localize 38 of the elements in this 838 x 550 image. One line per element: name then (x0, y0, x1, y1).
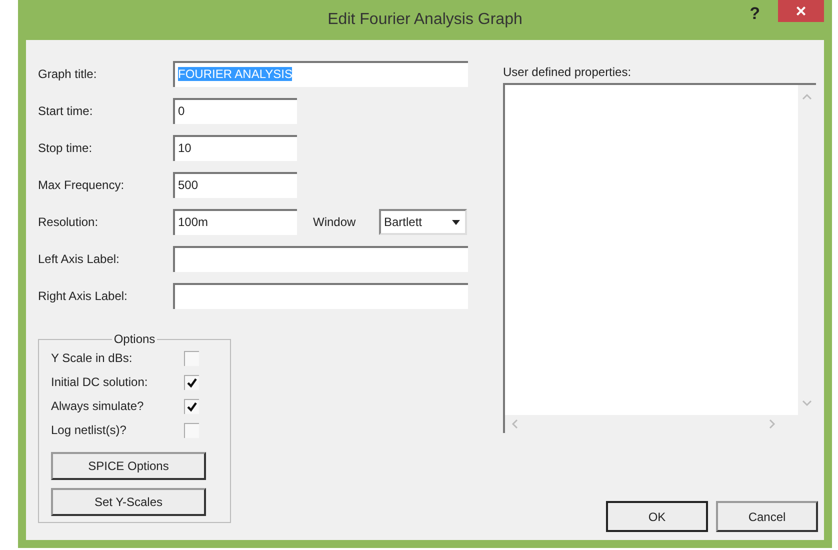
dialog-button[interactable]: OK (606, 501, 708, 532)
scroll-right-icon[interactable] (768, 418, 776, 430)
field-label: Max Frequency: (38, 178, 126, 192)
properties-label: User defined properties: (503, 65, 632, 79)
checkbox-label: Y Scale in dBs: (51, 351, 134, 365)
window-title: Edit Fourier Analysis Graph (328, 11, 522, 29)
window-dropdown[interactable]: Bartlett (379, 209, 467, 235)
field-label: Start time: (38, 104, 94, 118)
check-icon (186, 400, 198, 412)
group-title: Options (112, 332, 158, 346)
check-icon (186, 376, 198, 388)
text-field[interactable] (173, 246, 468, 272)
text-field[interactable] (173, 283, 468, 309)
text-field[interactable]: 500 (173, 172, 297, 198)
field-label: Stop time: (38, 141, 94, 155)
checkbox[interactable] (184, 374, 199, 390)
checkbox[interactable] (184, 350, 199, 366)
text-field[interactable]: 100m (173, 209, 297, 235)
checkbox-label: Initial DC solution: (51, 375, 149, 389)
field-label: Left Axis Label: (38, 252, 120, 266)
scroll-up-icon[interactable] (801, 93, 813, 101)
field-label: Right Axis Label: (38, 289, 128, 303)
option-button[interactable]: Set Y-Scales (51, 488, 206, 516)
checkbox-label: Log netlist(s)? (51, 423, 128, 437)
close-button[interactable]: × (778, 0, 824, 22)
checkbox[interactable] (184, 398, 199, 414)
dialog-button[interactable]: Cancel (716, 501, 818, 532)
checkbox[interactable] (184, 422, 199, 438)
field-label: Graph title: (38, 67, 98, 81)
scroll-down-icon[interactable] (801, 399, 813, 407)
help-button[interactable]: ? (750, 4, 760, 24)
field-label: Window (313, 215, 357, 229)
checkbox-label: Always simulate? (51, 399, 145, 413)
field-label: Resolution: (38, 215, 100, 229)
scroll-left-icon[interactable] (511, 418, 519, 430)
text-field[interactable]: 10 (173, 135, 297, 161)
text-field[interactable]: 0 (173, 98, 297, 124)
option-button[interactable]: SPICE Options (51, 452, 206, 480)
